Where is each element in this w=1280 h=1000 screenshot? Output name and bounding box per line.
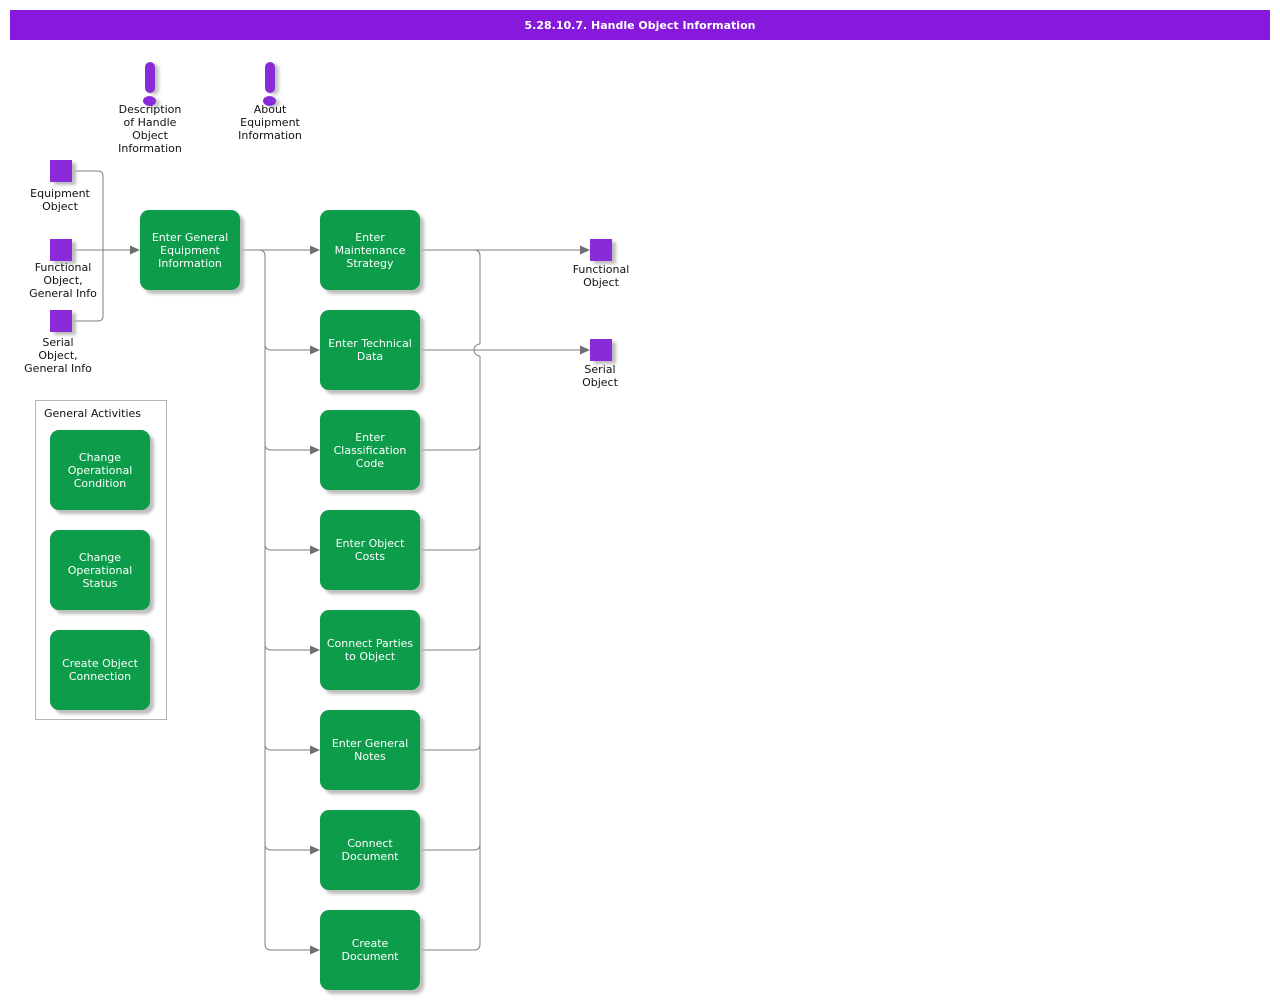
step-create-document[interactable]: Create Document [320,910,420,990]
step-change-operational-status[interactable]: Change Operational Status [50,530,150,610]
diagram-title-bar: 5.28.10.7. Handle Object Information [10,10,1270,40]
step-enter-object-costs[interactable]: Enter Object Costs [320,510,420,590]
output-serial-object-icon[interactable] [590,339,612,361]
general-activities-title: General Activities [44,407,141,420]
step-connect-document[interactable]: Connect Document [320,810,420,890]
output-functional-object-icon[interactable] [590,239,612,261]
note-label-about-equipment-information: About Equipment Information [215,103,325,142]
diagram-title: 5.28.10.7. Handle Object Information [525,19,756,32]
step-change-operational-condition[interactable]: Change Operational Condition [50,430,150,510]
output-serial-object-label: Serial Object [545,363,655,389]
step-enter-general-equipment-information[interactable]: Enter General Equipment Information [140,210,240,290]
input-functional-object-icon[interactable] [50,239,72,261]
input-equipment-object-icon[interactable] [50,160,72,182]
step-create-object-connection[interactable]: Create Object Connection [50,630,150,710]
input-functional-object-label: Functional Object, General Info [8,261,118,300]
input-serial-object-label: Serial Object, General Info [3,336,113,375]
step-enter-maintenance-strategy[interactable]: Enter Maintenance Strategy [320,210,420,290]
step-connect-parties-to-object[interactable]: Connect Parties to Object [320,610,420,690]
note-label-description-of-handle-object-information: Description of Handle Object Information [95,103,205,155]
step-enter-general-notes[interactable]: Enter General Notes [320,710,420,790]
input-equipment-object-label: Equipment Object [5,187,115,213]
step-enter-technical-data[interactable]: Enter Technical Data [320,310,420,390]
step-enter-classification-code[interactable]: Enter Classification Code [320,410,420,490]
exclamation-icon[interactable] [265,62,275,93]
input-serial-object-icon[interactable] [50,310,72,332]
output-functional-object-label: Functional Object [546,263,656,289]
exclamation-icon[interactable] [145,62,155,93]
